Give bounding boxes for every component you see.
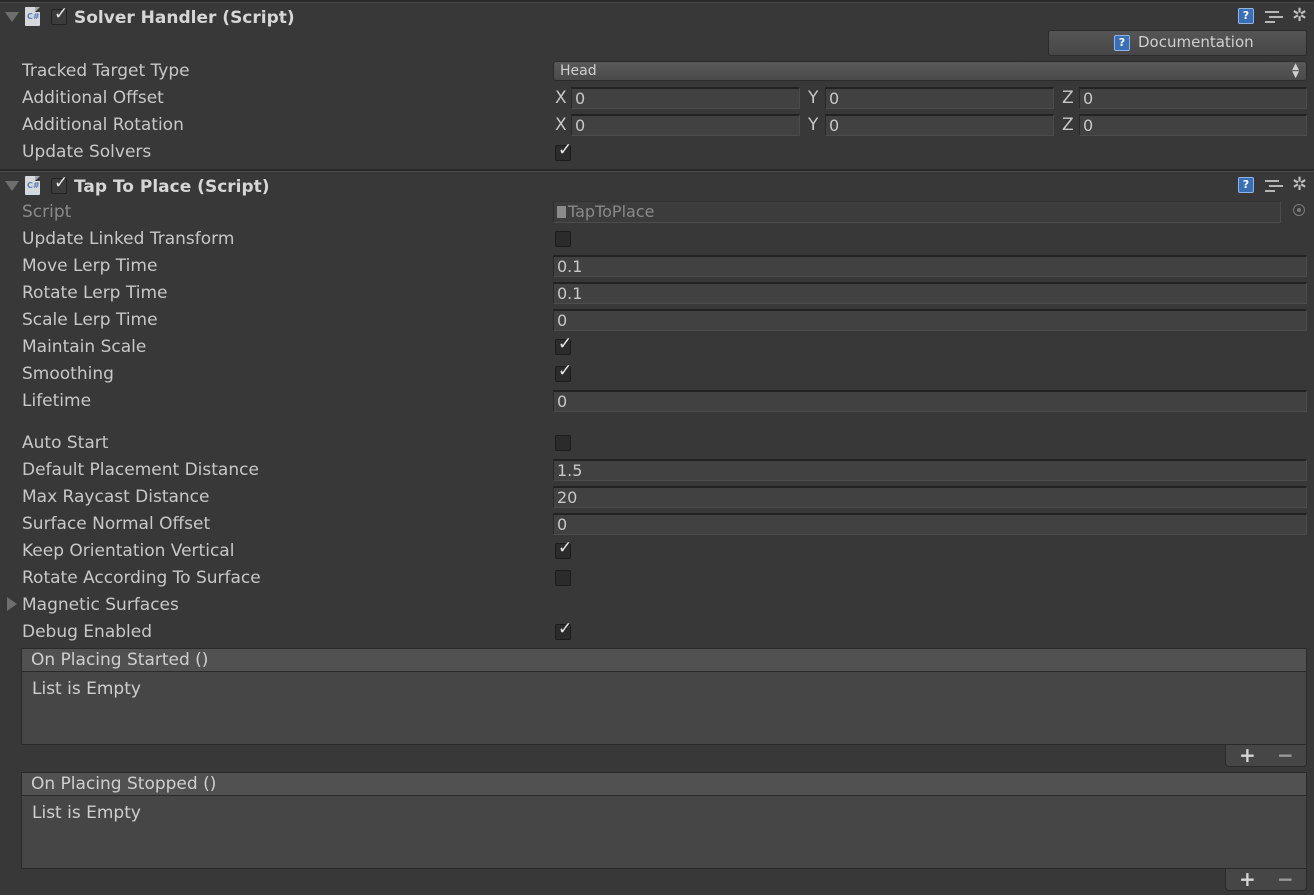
keep-orientation-vertical-label: Keep Orientation Vertical <box>22 541 235 561</box>
rotate-according-to-surface-label: Rotate According To Surface <box>22 568 261 588</box>
move-lerp-time-field[interactable]: 0.1 <box>553 255 1307 277</box>
script-object-field: TapToPlace <box>553 201 1281 223</box>
debug-enabled-label: Debug Enabled <box>22 622 153 642</box>
rotate-lerp-time-label: Rotate Lerp Time <box>22 283 168 303</box>
z-axis-label: Z <box>1062 88 1074 108</box>
solver-handler-header[interactable]: ✓ Solver Handler (Script) ? ✲ <box>0 3 1314 29</box>
documentation-button[interactable]: ? Documentation <box>1048 30 1307 56</box>
lifetime-field[interactable]: 0 <box>553 390 1307 412</box>
rotate-lerp-time-field[interactable]: 0.1 <box>553 282 1307 304</box>
check-icon: ✓ <box>558 140 573 160</box>
lifetime-label: Lifetime <box>22 391 92 411</box>
update-solvers-label: Update Solvers <box>22 142 152 162</box>
offset-z-field[interactable]: 0 <box>1079 87 1307 109</box>
check-icon: ✓ <box>558 334 573 354</box>
move-lerp-time-label: Move Lerp Time <box>22 256 158 276</box>
gear-icon[interactable]: ✲ <box>1292 176 1307 194</box>
event-footer: + − <box>1225 867 1307 891</box>
max-raycast-distance-label: Max Raycast Distance <box>22 487 210 507</box>
foldout-arrow-icon[interactable] <box>5 181 19 191</box>
add-listener-button[interactable]: + <box>1239 867 1256 891</box>
surface-normal-offset-label: Surface Normal Offset <box>22 514 211 534</box>
rotation-x-field[interactable]: 0 <box>571 114 800 136</box>
offset-x-field[interactable]: 0 <box>571 87 800 109</box>
keep-orientation-vertical-checkbox[interactable]: ✓ <box>555 538 573 559</box>
update-linked-transform-checkbox[interactable] <box>555 231 571 247</box>
component-title: Solver Handler (Script) <box>74 8 295 28</box>
script-value: TapToPlace <box>568 202 655 221</box>
rotation-z-field[interactable]: 0 <box>1079 114 1307 136</box>
x-axis-label: X <box>555 115 567 135</box>
x-axis-label: X <box>555 88 567 108</box>
event-list: List is Empty <box>21 796 1307 869</box>
csharp-script-icon <box>25 7 40 26</box>
foldout-arrow-icon[interactable] <box>5 12 19 22</box>
magnetic-surfaces-label[interactable]: Magnetic Surfaces <box>22 595 179 615</box>
max-raycast-distance-field[interactable]: 20 <box>553 486 1307 508</box>
help-icon: ? <box>1114 34 1130 51</box>
check-icon: ✓ <box>558 619 573 639</box>
update-linked-transform-label: Update Linked Transform <box>22 229 235 249</box>
maintain-scale-checkbox[interactable]: ✓ <box>555 334 573 355</box>
y-axis-label: Y <box>808 88 819 108</box>
event-list: List is Empty <box>21 672 1307 745</box>
smoothing-checkbox[interactable]: ✓ <box>555 361 573 382</box>
additional-offset-label: Additional Offset <box>22 88 164 108</box>
solver-handler-enabled-checkbox[interactable]: ✓ <box>51 4 69 25</box>
debug-enabled-checkbox[interactable]: ✓ <box>555 619 573 640</box>
update-solvers-checkbox[interactable]: ✓ <box>555 140 573 161</box>
smoothing-label: Smoothing <box>22 364 114 384</box>
event-header: On Placing Started () <box>21 648 1307 672</box>
documentation-label: Documentation <box>1138 33 1254 51</box>
tap-to-place-enabled-checkbox[interactable]: ✓ <box>51 173 69 194</box>
auto-start-label: Auto Start <box>22 433 109 453</box>
help-icon[interactable]: ? <box>1238 8 1254 24</box>
default-placement-distance-label: Default Placement Distance <box>22 460 259 480</box>
help-icon[interactable]: ? <box>1238 177 1254 193</box>
z-axis-label: Z <box>1062 115 1074 135</box>
default-placement-distance-field[interactable]: 1.5 <box>553 459 1307 481</box>
remove-listener-button[interactable]: − <box>1277 867 1294 891</box>
object-picker-icon <box>1293 204 1305 216</box>
remove-listener-button[interactable]: − <box>1277 743 1294 767</box>
inspector-panel: ✓ Solver Handler (Script) ? ✲ ? Documenta… <box>0 0 1314 895</box>
scale-lerp-time-field[interactable]: 0 <box>553 309 1307 331</box>
maintain-scale-label: Maintain Scale <box>22 337 147 357</box>
tracked-target-type-label: Tracked Target Type <box>22 61 190 81</box>
component-title: Tap To Place (Script) <box>74 177 270 197</box>
check-icon: ✓ <box>558 538 573 558</box>
check-icon: ✓ <box>558 361 573 381</box>
tracked-target-type-dropdown[interactable]: Head ▲ ▼ <box>553 61 1307 81</box>
dropdown-value: Head <box>560 63 597 79</box>
rotation-y-field[interactable]: 0 <box>825 114 1054 136</box>
check-icon: ✓ <box>54 173 69 193</box>
on-placing-stopped-event: On Placing Stopped () List is Empty + − <box>21 772 1307 892</box>
presets-icon[interactable] <box>1265 8 1283 24</box>
event-footer: + − <box>1225 743 1307 767</box>
check-icon: ✓ <box>54 4 69 24</box>
additional-rotation-label: Additional Rotation <box>22 115 184 135</box>
csharp-script-icon <box>25 176 40 195</box>
offset-y-field[interactable]: 0 <box>825 87 1054 109</box>
event-header: On Placing Stopped () <box>21 772 1307 796</box>
y-axis-label: Y <box>808 115 819 135</box>
script-file-icon <box>557 206 566 218</box>
tap-to-place-header[interactable]: ✓ Tap To Place (Script) ? ✲ <box>0 172 1314 198</box>
auto-start-checkbox[interactable] <box>555 435 571 451</box>
scale-lerp-time-label: Scale Lerp Time <box>22 310 158 330</box>
dropdown-arrows-icon: ▲ ▼ <box>1292 62 1299 80</box>
surface-normal-offset-field[interactable]: 0 <box>553 513 1307 535</box>
script-label: Script <box>22 202 72 222</box>
presets-icon[interactable] <box>1265 177 1283 193</box>
gear-icon[interactable]: ✲ <box>1292 7 1307 25</box>
add-listener-button[interactable]: + <box>1239 743 1256 767</box>
magnetic-surfaces-foldout-icon[interactable] <box>7 597 17 611</box>
on-placing-started-event: On Placing Started () List is Empty + − <box>21 648 1307 768</box>
rotate-according-to-surface-checkbox[interactable] <box>555 570 571 586</box>
